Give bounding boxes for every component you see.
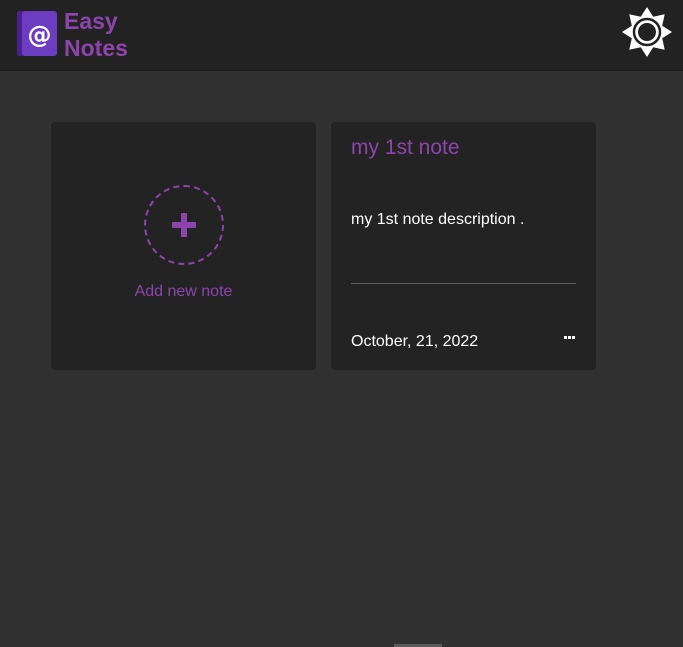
app-title: Easy Notes [64, 8, 128, 62]
app-title-line1: Easy [64, 8, 118, 34]
theme-toggle-button[interactable] [620, 5, 674, 59]
sun-icon [622, 7, 672, 57]
app-header: @ Easy Notes [0, 0, 683, 71]
note-card: my 1st note my 1st note description . Oc… [331, 122, 596, 370]
note-title: my 1st note [351, 136, 460, 159]
more-icon-dot [572, 336, 575, 339]
more-icon-dot [568, 336, 571, 339]
notebook-at-icon: @ [17, 11, 57, 56]
add-note-circle[interactable] [144, 185, 224, 265]
add-note-label: Add new note [134, 283, 233, 300]
plus-icon [172, 213, 196, 237]
note-menu-button[interactable] [560, 330, 580, 346]
note-description: my 1st note description . [351, 211, 525, 228]
note-divider [351, 283, 576, 284]
app-title-line2: Notes [64, 35, 128, 61]
add-note-card[interactable]: Add new note [51, 122, 316, 370]
note-date: October, 21, 2022 [351, 333, 479, 350]
more-icon [564, 336, 567, 339]
logo-glyph: @ [28, 21, 52, 49]
